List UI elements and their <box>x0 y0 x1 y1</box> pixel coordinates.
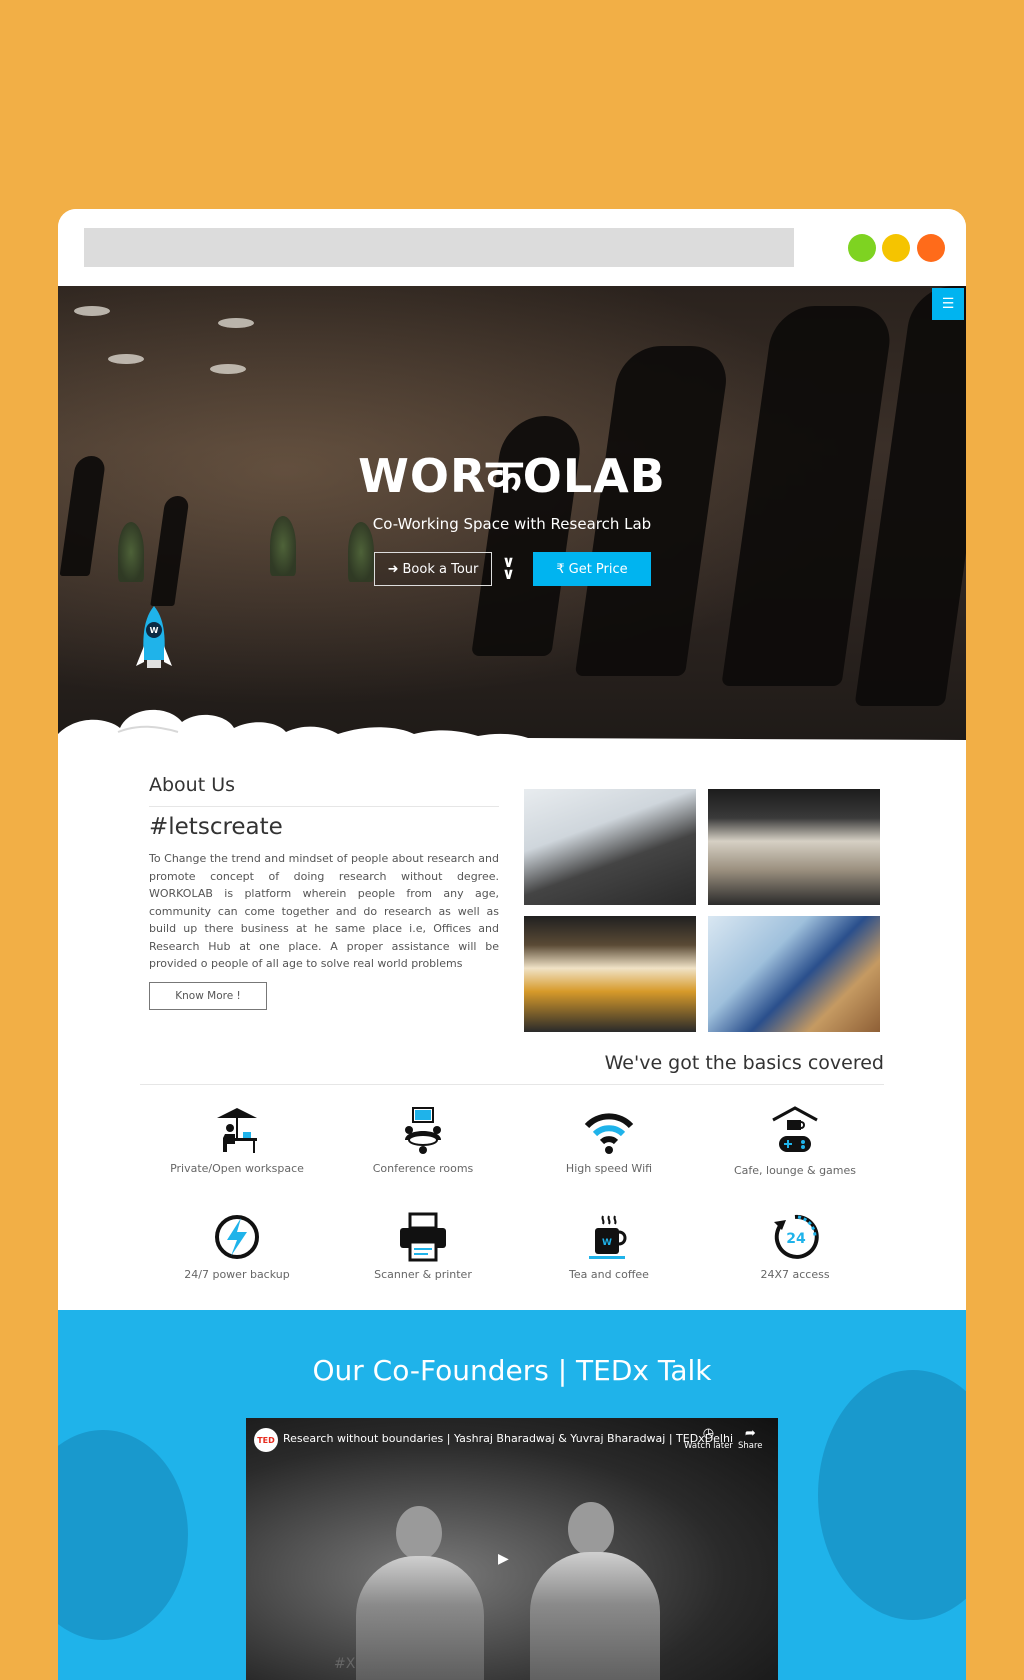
basics-title: We've got the basics covered <box>604 1052 884 1074</box>
coffee-icon: W <box>589 1215 627 1259</box>
menu-button[interactable]: ☰ <box>932 288 964 320</box>
speaker-left <box>356 1556 484 1680</box>
workolab-logo: WORकOLAB <box>58 444 966 506</box>
about-section: About Us #letscreate To Change the trend… <box>58 746 966 1318</box>
youtube-video-player[interactable]: #X TED Research without boundaries | Yas… <box>246 1418 778 1680</box>
speaker-head <box>396 1506 442 1560</box>
feature-wifi: High speed Wifi <box>516 1106 702 1175</box>
hamburger-icon: ☰ <box>941 296 955 312</box>
power-icon <box>215 1215 259 1259</box>
ceiling-light <box>210 364 246 374</box>
feature-coffee: W Tea and coffee <box>516 1212 702 1281</box>
window-dot-orange[interactable] <box>917 234 945 262</box>
ceiling-light <box>108 354 144 364</box>
ceiling-light <box>74 306 110 316</box>
about-title: About Us <box>149 774 236 796</box>
conference-icon <box>405 1107 441 1154</box>
play-icon[interactable]: ▶ <box>498 1551 509 1567</box>
tedx-section: Our Co-Founders | TEDx Talk #X TED Resea… <box>58 1310 966 1680</box>
know-more-button[interactable]: Know More ! <box>149 982 267 1010</box>
background-portrait <box>818 1370 966 1620</box>
office-photo-meeting-room[interactable] <box>708 916 880 1032</box>
svg-text:W: W <box>602 1238 612 1248</box>
feature-cafe: Cafe, lounge & games <box>702 1106 888 1177</box>
share-label: Share <box>738 1441 763 1451</box>
svg-text:W: W <box>150 626 159 635</box>
ceiling-light <box>218 318 254 328</box>
get-price-button[interactable]: ₹ Get Price <box>533 552 651 586</box>
video-thumbnail: #X <box>246 1418 778 1680</box>
watch-later-button[interactable]: ◷ Watch later <box>684 1426 733 1451</box>
hero-tagline: Co-Working Space with Research Lab <box>372 515 652 533</box>
about-description: To Change the trend and mindset of peopl… <box>149 852 499 970</box>
cafe-games-icon <box>772 1106 818 1152</box>
office-photo-conference[interactable] <box>524 916 696 1032</box>
double-chevron-down-icon[interactable]: ∨ ∨ <box>502 554 515 582</box>
share-icon: ➦ <box>744 1426 756 1441</box>
address-bar[interactable] <box>84 228 794 267</box>
hashtag-heading: #letscreate <box>149 814 283 840</box>
feature-label: Tea and coffee <box>569 1268 649 1281</box>
video-title[interactable]: Research without boundaries | Yashraj Bh… <box>283 1432 733 1445</box>
browser-chrome <box>58 209 966 286</box>
feature-label: High speed Wifi <box>565 1162 653 1175</box>
feature-label: 24X7 access <box>760 1268 830 1281</box>
stage-text: #X <box>334 1656 356 1672</box>
browser-window: ☰ WORकOLAB Co-Working Space with Researc… <box>58 209 966 1680</box>
chair-silhouette <box>150 496 190 606</box>
clock-icon: ◷ <box>702 1426 715 1441</box>
access-24-icon: 24 <box>774 1214 819 1259</box>
background-portrait <box>58 1430 188 1640</box>
feature-label: Cafe, lounge & games <box>733 1164 857 1177</box>
divider <box>140 1084 884 1085</box>
feature-label: Private/Open workspace <box>170 1162 304 1175</box>
cloud-divider <box>58 710 966 746</box>
feature-access: 24 24X7 access <box>702 1212 888 1281</box>
svg-text:24: 24 <box>786 1231 806 1247</box>
divider <box>149 806 499 807</box>
wifi-icon <box>584 1113 634 1154</box>
speaker-head <box>568 1502 614 1556</box>
book-tour-label: Book a Tour <box>402 561 479 577</box>
ted-channel-icon[interactable]: TED <box>254 1428 278 1452</box>
get-price-label: Get Price <box>568 561 628 577</box>
watch-later-label: Watch later <box>684 1441 733 1451</box>
office-photo-hall[interactable] <box>708 789 880 905</box>
logo-text: WORकOLAB <box>358 449 666 503</box>
workspace-icon <box>217 1108 257 1153</box>
feature-workspace: Private/Open workspace <box>144 1106 330 1175</box>
window-dot-green[interactable] <box>848 234 876 262</box>
share-button[interactable]: ➦ Share <box>738 1426 763 1451</box>
tedx-title: Our Co-Founders | TEDx Talk <box>312 1354 712 1387</box>
chair-silhouette <box>574 346 732 676</box>
office-photo-corridor[interactable] <box>524 789 696 905</box>
speaker-right <box>530 1552 660 1680</box>
feature-power: 24/7 power backup <box>144 1212 330 1281</box>
rocket-icon: W <box>136 606 172 668</box>
hero-section: ☰ WORकOLAB Co-Working Space with Researc… <box>58 286 966 746</box>
sign-in-icon: ➜ <box>387 561 399 577</box>
window-dot-yellow[interactable] <box>882 234 910 262</box>
book-tour-button[interactable]: ➜ Book a Tour <box>374 552 492 586</box>
feature-conference: Conference rooms <box>330 1106 516 1175</box>
printer-icon <box>400 1212 446 1262</box>
feature-label: Conference rooms <box>372 1162 474 1175</box>
feature-printer: Scanner & printer <box>330 1212 516 1281</box>
rupee-icon: ₹ <box>556 561 565 577</box>
feature-label: Scanner & printer <box>374 1268 472 1281</box>
feature-label: 24/7 power backup <box>184 1268 290 1281</box>
